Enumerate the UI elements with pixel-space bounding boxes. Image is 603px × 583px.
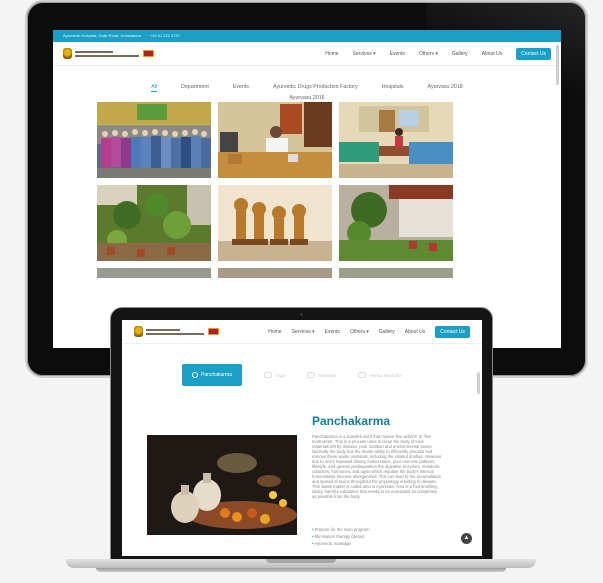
site-logo[interactable] [134, 326, 219, 337]
gallery-photo[interactable] [218, 268, 332, 278]
nav-home[interactable]: Home [325, 51, 338, 57]
office-photo-art [218, 102, 332, 178]
gallery-photo[interactable] [97, 185, 211, 261]
tab-label: Massage [318, 372, 337, 378]
nav-events[interactable]: Events [325, 329, 340, 335]
flag-icon [208, 328, 219, 335]
phone-text: +94 91 222 4757 [149, 33, 181, 38]
tab-herbal[interactable]: Herbal Medicine [358, 372, 402, 378]
gallery-filters: All Department Events Ayurvedic Drugs Pr… [53, 66, 561, 101]
nav-services[interactable]: Services ▾ [292, 329, 315, 335]
filter-drugs-factory[interactable]: Ayurvedic Drugs Production Factory [273, 84, 358, 92]
section-paragraph: Panchakarma is a Sanskrit word that mean… [312, 434, 442, 499]
trophies-photo-art [218, 185, 332, 261]
laptop: Home Services ▾ Events Others ▾ Gallery … [110, 307, 493, 560]
tab-label: Panchakarma [201, 372, 232, 378]
gallery-photo[interactable] [97, 268, 211, 278]
gallery-photo[interactable] [218, 102, 332, 178]
desktop-nav-bar: Home Services ▾ Events Others ▾ Gallery … [53, 42, 561, 66]
camera-icon [300, 313, 303, 316]
tab-label: Yoga [275, 372, 286, 378]
gallery-photo[interactable] [339, 102, 453, 178]
scrollbar[interactable] [556, 45, 559, 85]
garden-photo-art [97, 185, 211, 261]
herb-icon [358, 372, 367, 378]
nav-others[interactable]: Others ▾ [419, 51, 438, 57]
filter-hospitals[interactable]: Hospitals [382, 84, 404, 92]
address-text: Ayurvedic Hospital, Galle Road, Unawatun… [63, 33, 141, 38]
nav-services[interactable]: Services ▾ [353, 51, 376, 57]
panchakarma-photo [147, 435, 297, 535]
stage: Ayurvedic Hospital, Galle Road, Unawatun… [0, 0, 603, 583]
gallery-photo[interactable] [339, 185, 453, 261]
laptop-base [66, 559, 536, 577]
nav-about[interactable]: About Us [405, 329, 426, 335]
tab-yoga[interactable]: Yoga [264, 372, 285, 378]
gallery-photo[interactable] [339, 268, 453, 278]
site-logo[interactable] [63, 48, 154, 59]
service-tabs: Panchakarma Yoga Massage Herbal Medicine [182, 364, 402, 386]
scroll-top-button[interactable]: ▲ [461, 533, 472, 544]
laptop-nav-bar: Home Services ▾ Events Others ▾ Gallery … [122, 320, 482, 344]
group-photo-art [97, 102, 211, 178]
contact-button[interactable]: Contact Us [435, 325, 470, 338]
crest-icon [134, 326, 143, 337]
laptop-screen: Home Services ▾ Events Others ▾ Gallery … [122, 320, 482, 556]
filter-department[interactable]: Department [181, 84, 209, 92]
courtyard-photo-art [339, 185, 453, 261]
nav-events[interactable]: Events [390, 51, 405, 57]
nav-home[interactable]: Home [268, 329, 281, 335]
desktop-menu: Home Services ▾ Events Others ▾ Gallery … [311, 47, 551, 60]
tab-label: Herbal Medicine [369, 372, 402, 378]
crest-icon [63, 48, 72, 59]
bullet-item: Elimination therapy (detox) [312, 534, 364, 539]
service-bullets: Prepare for the main program Elimination… [312, 526, 370, 547]
info-bar: Ayurvedic Hospital, Galle Road, Unawatun… [53, 30, 561, 42]
herbal-compress-art [147, 435, 297, 535]
flag-icon [143, 50, 154, 57]
contact-button[interactable]: Contact Us [516, 47, 551, 60]
filter-ayurvasu-2016[interactable]: Ayurvasu 2016 [289, 95, 324, 101]
gallery-photo[interactable] [218, 185, 332, 261]
nav-gallery[interactable]: Gallery [452, 51, 468, 57]
tab-massage[interactable]: Massage [307, 372, 336, 378]
massage-icon [307, 372, 316, 378]
nav-gallery[interactable]: Gallery [379, 329, 395, 335]
filter-all[interactable]: All [151, 84, 158, 92]
photo-gallery [97, 102, 455, 278]
filter-events[interactable]: Events [233, 84, 249, 92]
bullet-item: Ayurvedic massage [312, 541, 351, 546]
ward-photo-art [339, 102, 453, 178]
nav-others[interactable]: Others ▾ [350, 329, 369, 335]
yoga-icon [264, 372, 272, 378]
section-title: Panchakarma [312, 414, 391, 428]
bullet-item: Prepare for the main program [312, 527, 370, 532]
nav-about[interactable]: About Us [482, 51, 503, 57]
leaf-icon [192, 372, 199, 378]
scrollbar[interactable] [477, 372, 480, 394]
logo-text-lines [75, 50, 139, 58]
laptop-menu: Home Services ▾ Events Others ▾ Gallery … [258, 325, 470, 338]
filter-ayurvasu-2018[interactable]: Ayurvasu 2018 [428, 84, 463, 92]
logo-text-lines [146, 328, 204, 336]
tab-panchakarma[interactable]: Panchakarma [182, 364, 242, 386]
gallery-photo[interactable] [97, 102, 211, 178]
